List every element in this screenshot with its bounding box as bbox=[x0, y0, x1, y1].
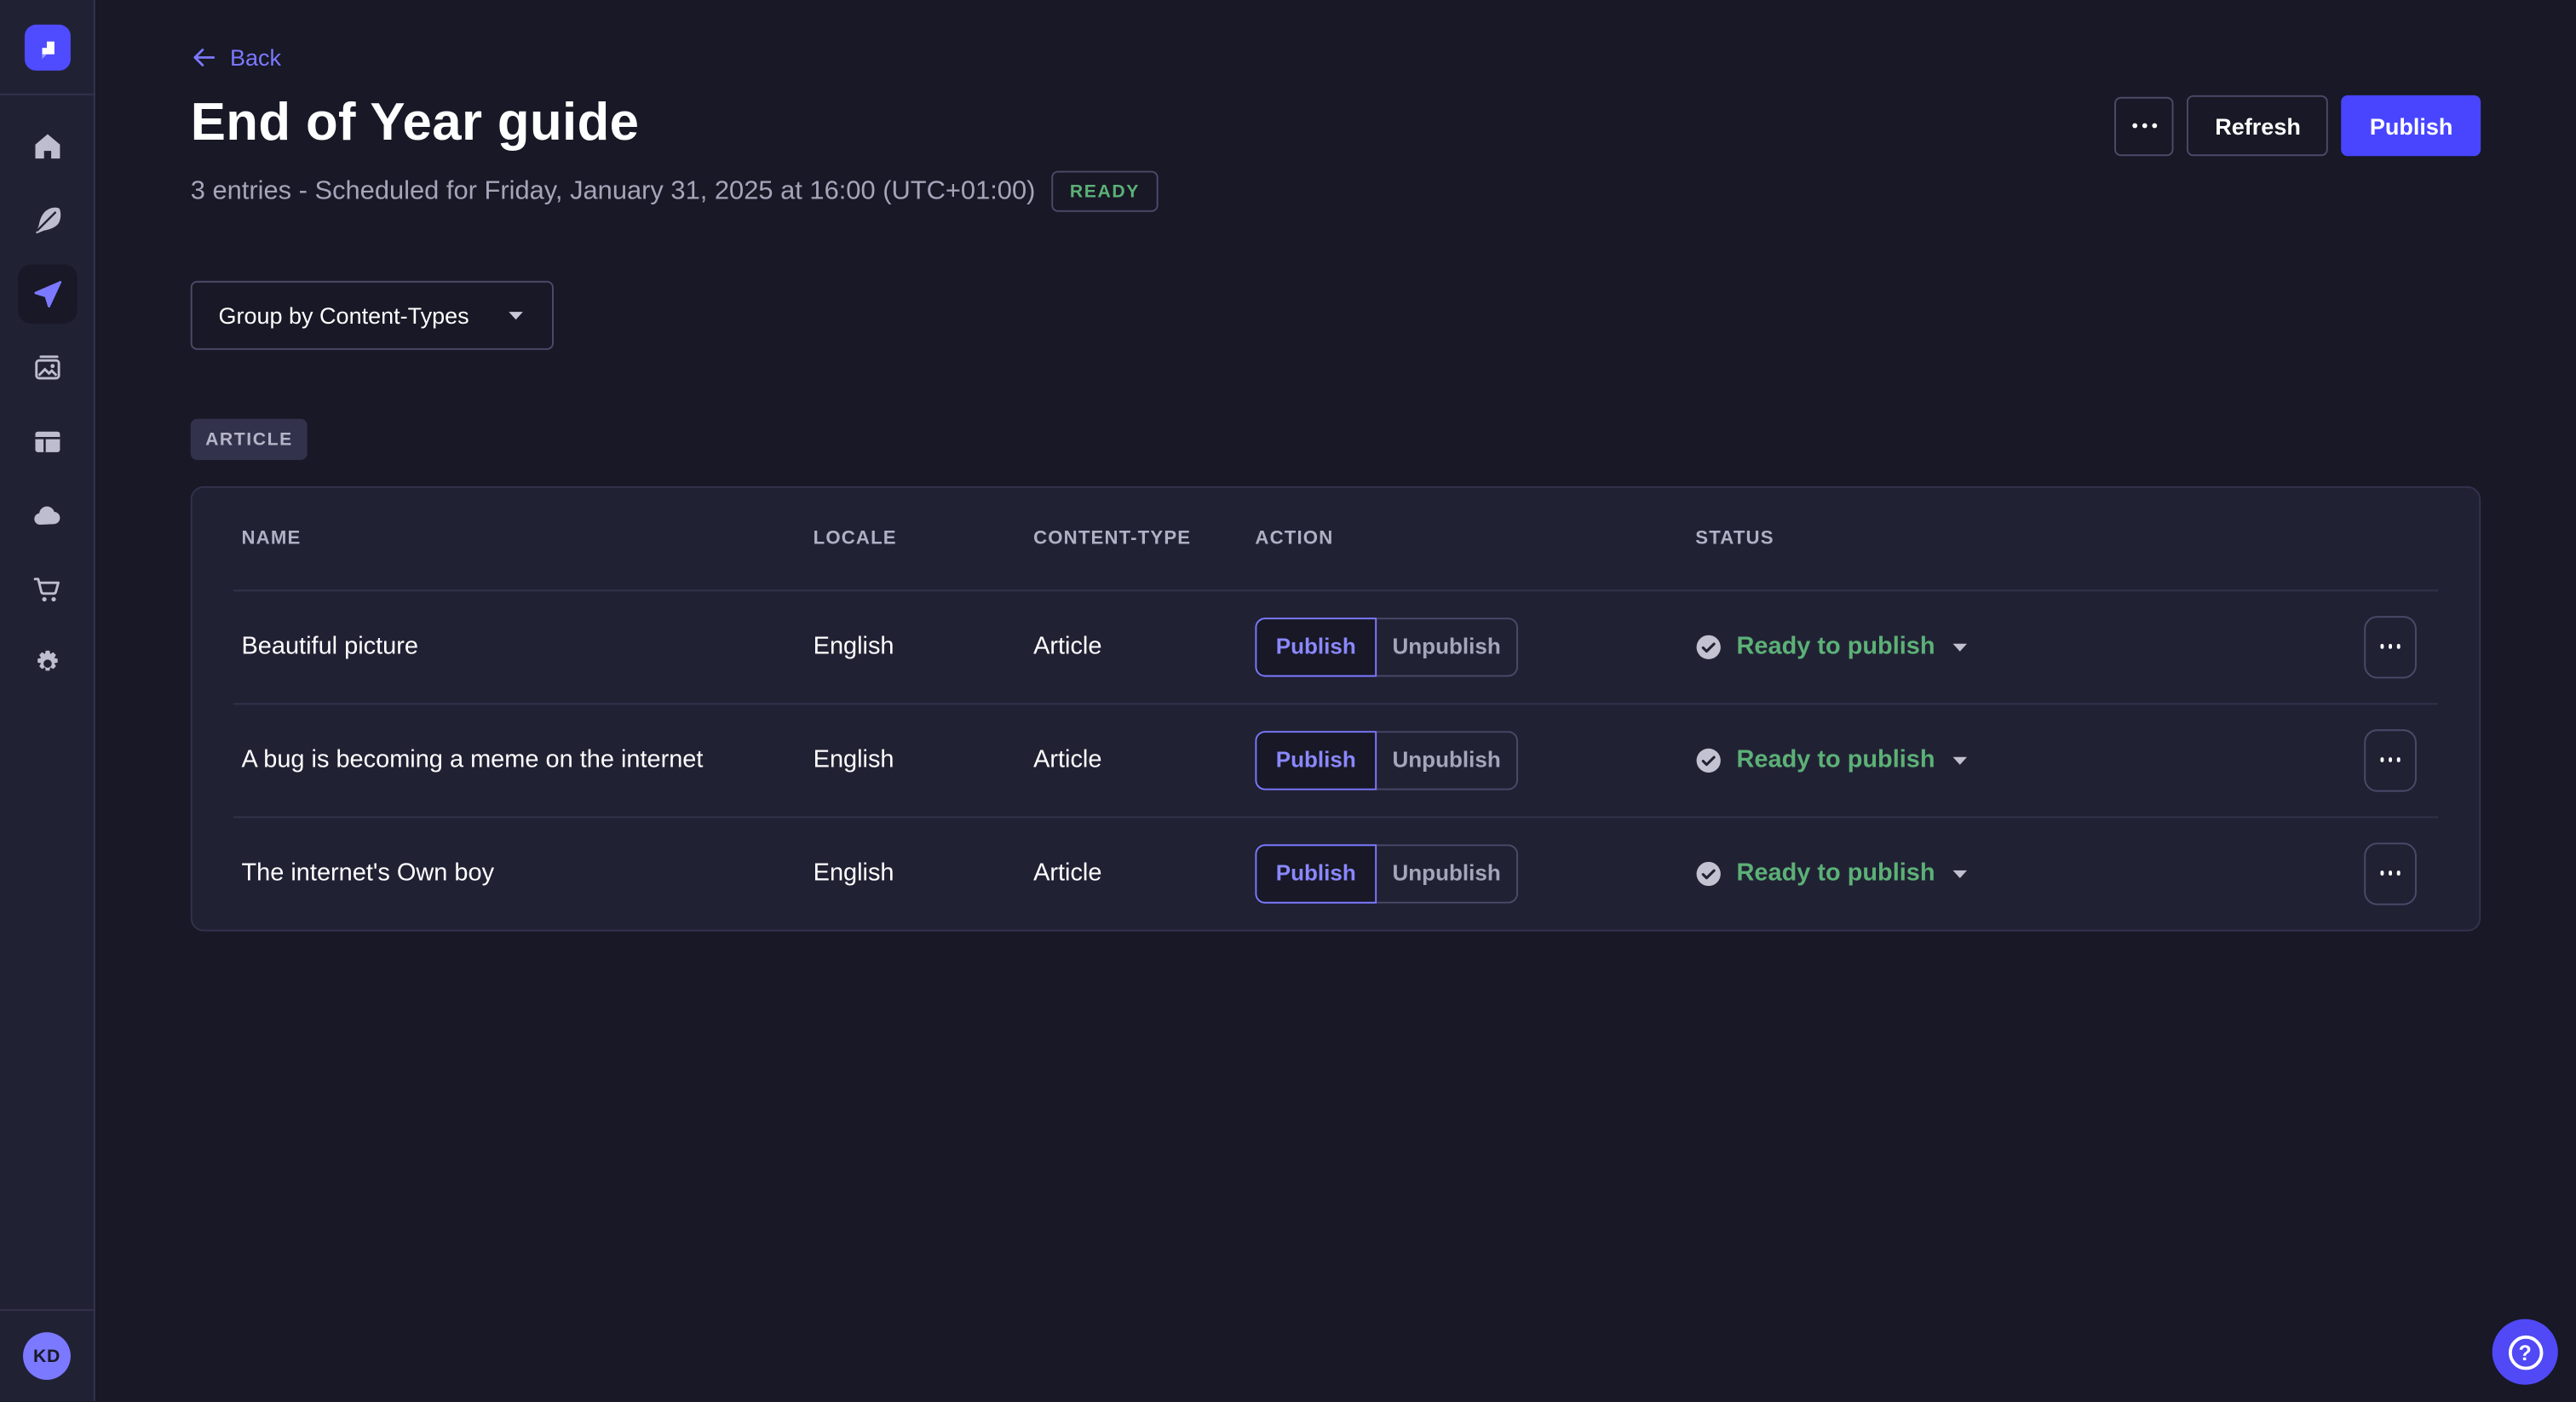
entry-name: Beautiful picture bbox=[241, 632, 813, 660]
home-icon bbox=[31, 129, 64, 163]
entry-status[interactable]: Ready to publish bbox=[1695, 746, 1969, 774]
status-label: Ready to publish bbox=[1736, 859, 1935, 888]
status-label: Ready to publish bbox=[1736, 632, 1935, 660]
column-header-locale: LOCALE bbox=[814, 529, 1033, 549]
sidebar-nav bbox=[17, 117, 76, 693]
chevron-down-icon bbox=[1950, 750, 1969, 769]
title-row: End of Year guide Refresh Publish bbox=[191, 92, 2481, 156]
strapi-logo[interactable] bbox=[24, 25, 70, 71]
header-actions: Refresh Publish bbox=[2115, 95, 2481, 156]
content-manager-icon bbox=[31, 425, 64, 458]
entry-name: The internet's Own boy bbox=[241, 859, 813, 888]
entries-table: NAME LOCALE CONTENT-TYPE ACTION STATUS B… bbox=[191, 486, 2481, 932]
help-button[interactable]: ? bbox=[2493, 1319, 2558, 1385]
action-segmented-control: Publish Unpublish bbox=[1255, 730, 1518, 789]
row-menu-button[interactable] bbox=[2364, 842, 2417, 904]
sidebar-item-media-library[interactable] bbox=[17, 338, 76, 397]
sidebar-item-content-type-builder[interactable] bbox=[17, 191, 76, 250]
main-content: Back End of Year guide Refresh Publish 3… bbox=[95, 0, 2576, 1401]
check-circle-icon bbox=[1695, 633, 1722, 659]
publish-toggle-button[interactable]: Publish bbox=[1255, 843, 1377, 902]
ellipsis-icon bbox=[2132, 124, 2137, 129]
table-row: Beautiful picture English Article Publis… bbox=[193, 589, 2480, 703]
unpublish-toggle-button[interactable]: Unpublish bbox=[1377, 730, 1518, 789]
action-segmented-control: Publish Unpublish bbox=[1255, 617, 1518, 675]
question-mark-icon: ? bbox=[2508, 1335, 2543, 1370]
sidebar-item-content-manager[interactable] bbox=[17, 412, 76, 471]
ellipsis-icon bbox=[2380, 758, 2384, 762]
status-badge: READY bbox=[1052, 171, 1158, 212]
entry-status[interactable]: Ready to publish bbox=[1695, 859, 1969, 888]
column-header-action: ACTION bbox=[1255, 529, 1695, 549]
sidebar-item-settings[interactable] bbox=[17, 634, 76, 692]
sidebar-item-marketplace[interactable] bbox=[17, 560, 76, 619]
unpublish-toggle-button[interactable]: Unpublish bbox=[1377, 617, 1518, 675]
feather-icon bbox=[31, 204, 64, 237]
table-row: The internet's Own boy English Article P… bbox=[193, 816, 2480, 929]
entry-locale: English bbox=[814, 859, 1033, 888]
sidebar-footer-divider bbox=[0, 1309, 95, 1311]
sidebar-item-home[interactable] bbox=[17, 117, 76, 175]
ellipsis-icon bbox=[2380, 644, 2384, 648]
unpublish-toggle-button[interactable]: Unpublish bbox=[1377, 843, 1518, 902]
sidebar-item-deploy[interactable] bbox=[17, 486, 76, 545]
group-by-label: Group by Content-Types bbox=[218, 302, 469, 329]
sidebar-item-releases[interactable] bbox=[17, 264, 76, 323]
column-header-name: NAME bbox=[241, 529, 813, 549]
strapi-logo-glyph bbox=[33, 34, 61, 62]
app-root: KD Back End of Year guide Refresh Publis… bbox=[0, 0, 2576, 1401]
entry-name: A bug is becoming a meme on the internet bbox=[241, 746, 813, 774]
sidebar-divider bbox=[0, 94, 95, 95]
content-type-chip: ARTICLE bbox=[191, 419, 308, 460]
chevron-down-icon bbox=[1950, 636, 1969, 656]
sidebar-footer: KD bbox=[0, 1309, 94, 1401]
sidebar: KD bbox=[0, 0, 95, 1401]
paper-plane-icon bbox=[31, 278, 64, 311]
group-by-select[interactable]: Group by Content-Types bbox=[191, 281, 553, 350]
chevron-down-icon bbox=[505, 306, 525, 325]
page-title: End of Year guide bbox=[191, 92, 640, 152]
row-menu-button[interactable] bbox=[2364, 728, 2417, 790]
entry-status[interactable]: Ready to publish bbox=[1695, 632, 1969, 660]
back-link[interactable]: Back bbox=[191, 44, 281, 71]
status-label: Ready to publish bbox=[1736, 746, 1935, 774]
entry-locale: English bbox=[814, 746, 1033, 774]
back-arrow-icon bbox=[191, 44, 217, 71]
ellipsis-icon bbox=[2380, 871, 2384, 876]
check-circle-icon bbox=[1695, 747, 1722, 773]
refresh-button[interactable]: Refresh bbox=[2188, 95, 2329, 156]
cloud-icon bbox=[31, 499, 64, 532]
release-schedule-subtitle: 3 entries - Scheduled for Friday, Januar… bbox=[191, 176, 1036, 206]
entry-content-type: Article bbox=[1033, 859, 1255, 888]
more-actions-button[interactable] bbox=[2115, 96, 2174, 155]
publish-toggle-button[interactable]: Publish bbox=[1255, 730, 1377, 789]
settings-gear-icon bbox=[31, 647, 64, 681]
row-menu-button[interactable] bbox=[2364, 615, 2417, 677]
table-row: A bug is becoming a meme on the internet… bbox=[193, 703, 2480, 816]
action-segmented-control: Publish Unpublish bbox=[1255, 843, 1518, 902]
back-label: Back bbox=[230, 44, 281, 71]
entry-content-type: Article bbox=[1033, 632, 1255, 660]
column-header-content-type: CONTENT-TYPE bbox=[1033, 529, 1255, 549]
publish-toggle-button[interactable]: Publish bbox=[1255, 617, 1377, 675]
table-header-row: NAME LOCALE CONTENT-TYPE ACTION STATUS bbox=[193, 488, 2480, 590]
check-circle-icon bbox=[1695, 860, 1722, 887]
column-header-status: STATUS bbox=[1695, 529, 2364, 549]
subtitle-row: 3 entries - Scheduled for Friday, Januar… bbox=[191, 171, 2481, 212]
cart-icon bbox=[31, 573, 64, 606]
user-avatar[interactable]: KD bbox=[23, 1332, 71, 1380]
entry-content-type: Article bbox=[1033, 746, 1255, 774]
publish-release-button[interactable]: Publish bbox=[2342, 95, 2481, 156]
chevron-down-icon bbox=[1950, 863, 1969, 882]
entry-locale: English bbox=[814, 632, 1033, 660]
media-library-icon bbox=[31, 352, 64, 385]
